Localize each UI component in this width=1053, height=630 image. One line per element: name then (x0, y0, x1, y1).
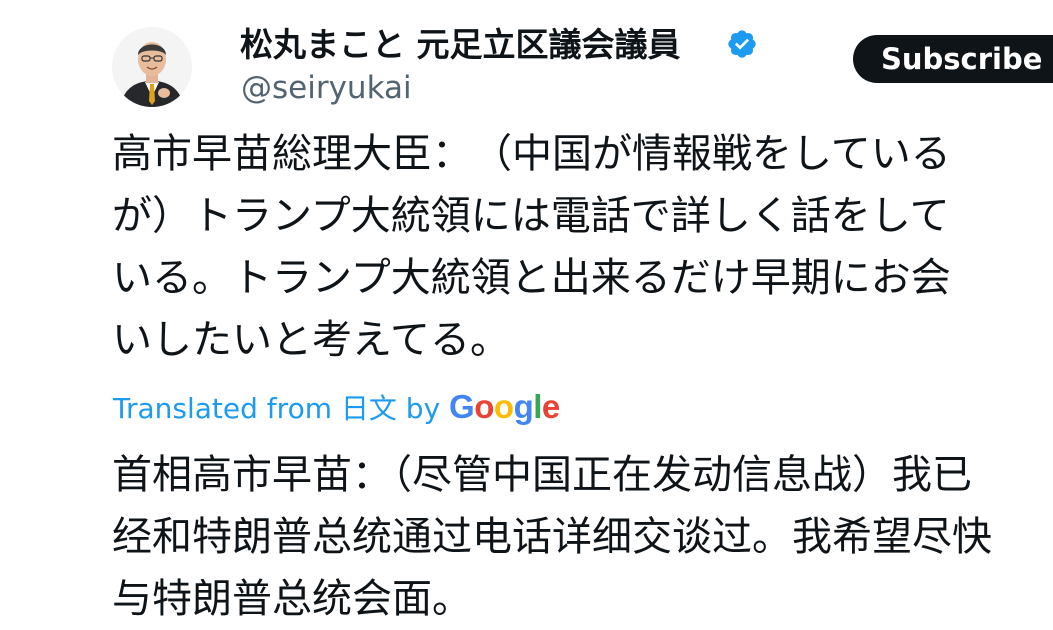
author-display-name[interactable]: 松丸まこと 元足立区議会議員 (240, 22, 681, 68)
post-original-line: いる。トランプ大統領と出来るだけ早期にお会 (112, 255, 951, 301)
translation-by: by (405, 392, 441, 425)
google-logo: Google (449, 388, 560, 425)
post-translated-line: 首相高市早苗：（尽管中国正在发动信息战）我已 (112, 452, 972, 498)
post-original-line: が）トランプ大統領には電話で詳しく話をして (112, 193, 950, 239)
post-original-line: 高市早苗総理大臣： （中国が情報戦をしている (112, 131, 951, 177)
translation-prefix: Translated from (113, 392, 332, 425)
subscribe-button[interactable]: Subscribe (853, 35, 1053, 83)
google-logo-letter: g (513, 388, 534, 425)
author-avatar[interactable] (112, 27, 192, 107)
post-translated-text: 首相高市早苗：（尽管中国正在发动信息战）我已 经和特朗普总统通过电话详细交谈过。… (112, 444, 1053, 630)
translation-credit[interactable]: Translated from 日文 by Google (113, 386, 560, 430)
profile-photo (112, 27, 192, 107)
verified-badge-icon (726, 28, 758, 60)
google-logo-letter: G (449, 388, 475, 425)
post-original-text: 高市早苗総理大臣： （中国が情報戦をしている が）トランプ大統領には電話で詳しく… (112, 123, 1053, 371)
google-logo-letter: o (493, 388, 514, 425)
google-logo-letter: e (541, 388, 560, 425)
post-translated-line: 经和特朗普总统通过电话详细交谈过。我希望尽快 (112, 514, 992, 560)
google-logo-letter: l (533, 388, 542, 425)
post-translated-line: 与特朗普总统会面。 (112, 576, 472, 622)
google-logo-letter: o (474, 388, 494, 425)
translation-source-language: 日文 (340, 392, 397, 425)
post-original-line: いしたいと考えてる。 (112, 317, 510, 363)
author-handle[interactable]: @seiryukai (241, 68, 412, 108)
